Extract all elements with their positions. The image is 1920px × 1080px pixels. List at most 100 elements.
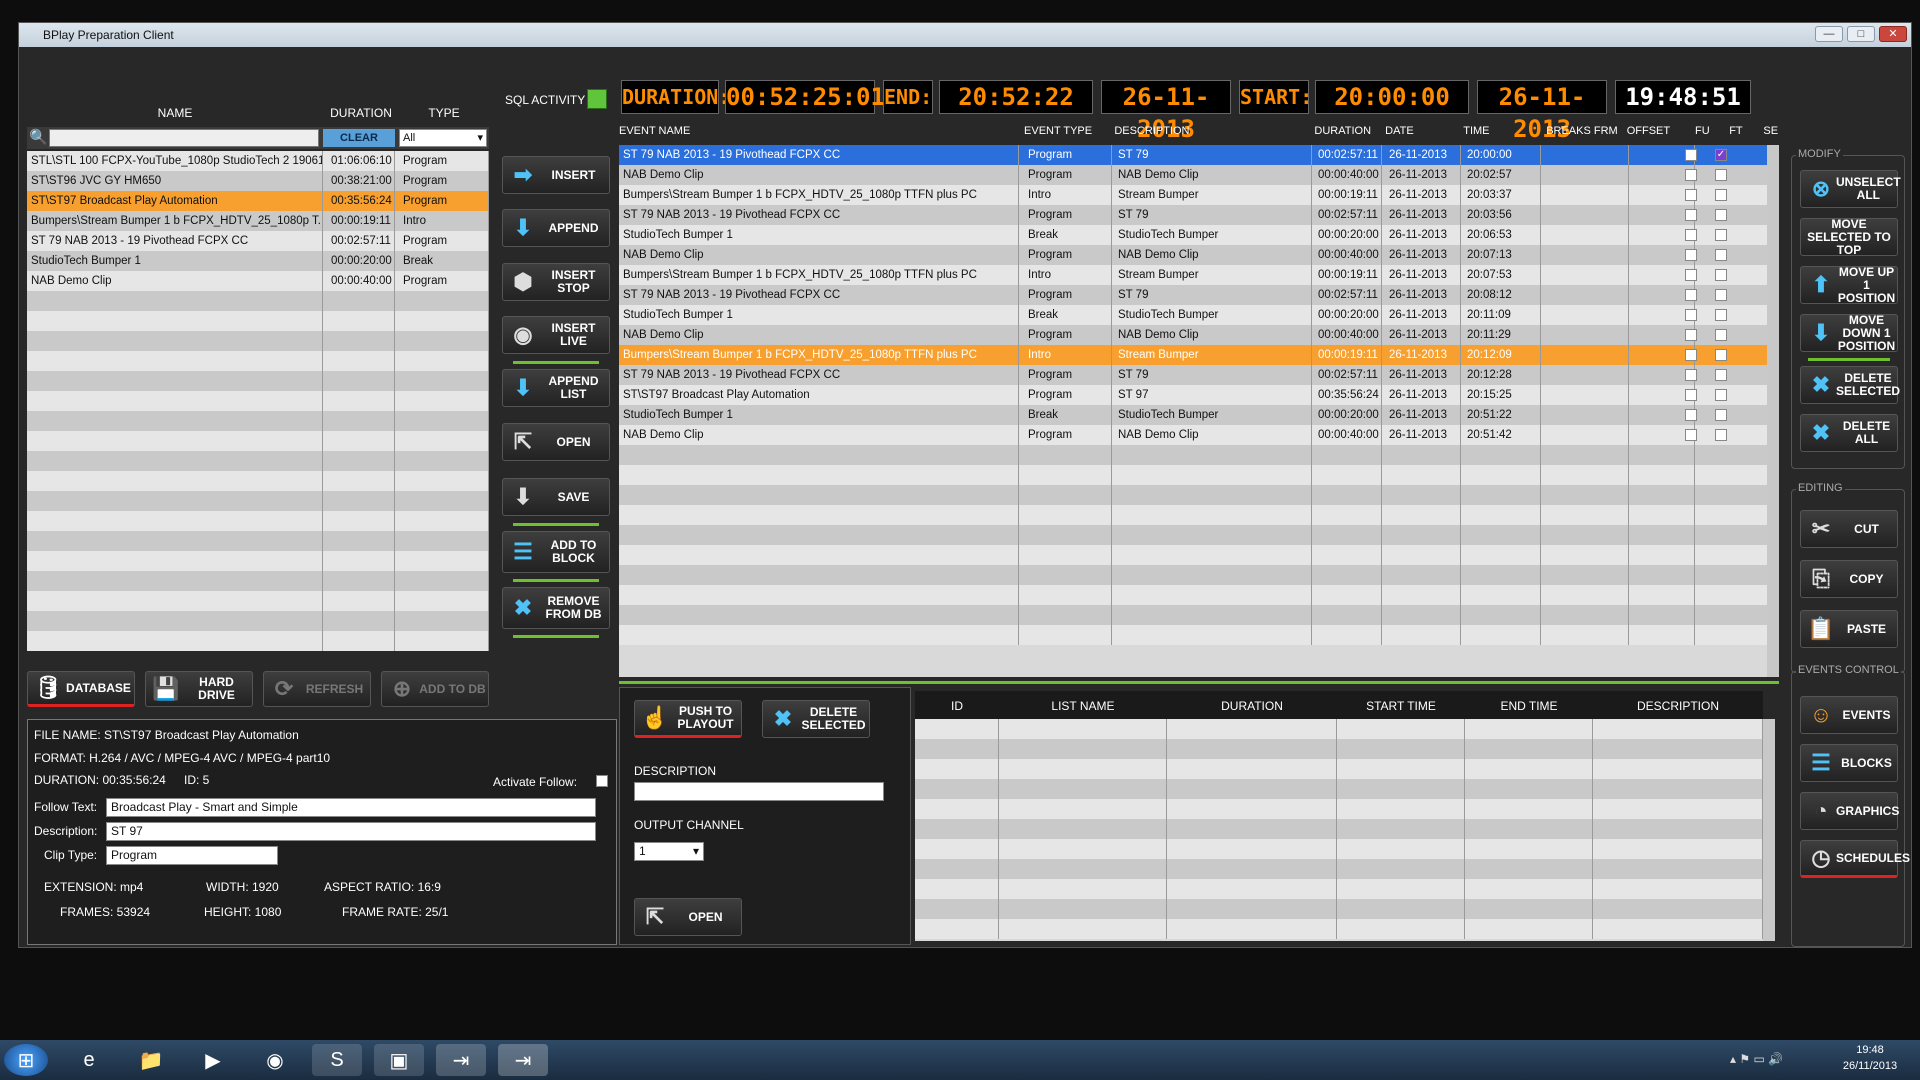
description-field[interactable]: ST 97 (106, 822, 596, 841)
fu-checkbox[interactable] (1685, 189, 1697, 201)
ft-checkbox[interactable] (1715, 429, 1727, 441)
playlist-scrollbar[interactable] (1767, 145, 1779, 677)
ft-checkbox[interactable] (1715, 309, 1727, 321)
lists-header-id[interactable]: ID (915, 699, 999, 713)
fu-checkbox[interactable] (1685, 289, 1697, 301)
delete-all-button[interactable]: ✖ DELETE ALL (1800, 414, 1898, 452)
library-row[interactable]: NAB Demo Clip 00:00:40:00 Program (27, 271, 489, 291)
fu-checkbox[interactable] (1685, 269, 1697, 281)
add-to-db-button[interactable]: ⊕ ADD TO DB (381, 671, 489, 707)
ft-checkbox[interactable] (1715, 269, 1727, 281)
lists-scrollbar[interactable] (1763, 719, 1775, 941)
playlist-row[interactable]: Bumpers\Stream Bumper 1 b FCPX_HDTV_25_1… (619, 265, 1767, 285)
ft-checkbox[interactable] (1715, 349, 1727, 361)
playlist-row[interactable]: StudioTech Bumper 1 Break StudioTech Bumpe… (619, 225, 1767, 245)
clip-type-field[interactable]: Program (106, 846, 278, 865)
fu-checkbox[interactable] (1685, 329, 1697, 341)
move-selected-to-top-button[interactable]: MOVE SELECTED TO TOP (1800, 217, 1898, 256)
ft-checkbox[interactable] (1715, 409, 1727, 421)
clear-button[interactable]: CLEAR (323, 129, 395, 147)
fu-checkbox[interactable] (1685, 429, 1697, 441)
fu-checkbox[interactable] (1685, 349, 1697, 361)
remove-from-db-button[interactable]: ✖ REMOVE FROM DB (502, 587, 610, 629)
playlist-header-fu[interactable]: FU (1695, 125, 1710, 137)
lists-header-start-time[interactable]: START TIME (1337, 699, 1465, 713)
refresh-button[interactable]: ⟳ REFRESH (263, 671, 371, 707)
app-icon[interactable]: ▣ (374, 1044, 424, 1076)
move-down-button[interactable]: ⬇ MOVE DOWN 1 POSITION (1800, 313, 1898, 352)
playlist-row[interactable]: NAB Demo Clip Program NAB Demo Clip 00:00:4… (619, 245, 1767, 265)
library-row[interactable]: ST\ST96 JVC GY HM650 00:38:21:00 Program (27, 171, 489, 191)
fu-checkbox[interactable] (1685, 209, 1697, 221)
ft-checkbox[interactable] (1715, 289, 1727, 301)
lists-header-duration[interactable]: DURATION (1167, 699, 1337, 713)
push-to-playout-button[interactable]: ☝ PUSH TO PLAYOUT (634, 700, 742, 738)
playlist-row[interactable]: Bumpers\Stream Bumper 1 b FCPX_HDTV_25_1… (619, 345, 1767, 365)
events-button[interactable]: ☺ EVENTS (1800, 696, 1898, 734)
add-to-block-button[interactable]: ☰ ADD TO BLOCK (502, 531, 610, 573)
fu-checkbox[interactable] (1685, 389, 1697, 401)
close-button[interactable]: ✕ (1879, 26, 1907, 42)
schedules-button[interactable]: ◷ SCHEDULES (1800, 840, 1910, 878)
bplay-icon[interactable]: ⇥ (436, 1044, 486, 1076)
lists-header-description[interactable]: DESCRIPTION (1593, 699, 1763, 713)
playlist-header-duration[interactable]: DURATION (1314, 125, 1371, 137)
fu-checkbox[interactable] (1685, 169, 1697, 181)
fu-checkbox[interactable] (1685, 409, 1697, 421)
insert-button[interactable]: ➡ INSERT (502, 156, 610, 194)
playlist-header-offset[interactable]: OFFSET (1627, 125, 1670, 137)
blocks-button[interactable]: ☰ BLOCKS (1800, 744, 1898, 782)
playlist-row[interactable]: ST 79 NAB 2013 - 19 Pivothead FCPX CC Pro… (619, 365, 1767, 385)
follow-text-field[interactable]: Broadcast Play - Smart and Simple (106, 798, 596, 817)
fu-checkbox[interactable] (1685, 369, 1697, 381)
playlist-row[interactable]: ST\ST97 Broadcast Play Automation Program… (619, 385, 1767, 405)
library-row[interactable]: ST\ST97 Broadcast Play Automation 00:35:5… (27, 191, 489, 211)
hard-drive-button[interactable]: 💾 HARD DRIVE (145, 671, 253, 707)
playlist-row[interactable]: NAB Demo Clip Program NAB Demo Clip 00:00:4… (619, 425, 1767, 445)
playlist-header-event-name[interactable]: EVENT NAME (619, 125, 690, 137)
move-up-button[interactable]: ⬆ MOVE UP 1 POSITION (1800, 265, 1898, 304)
fu-checkbox[interactable] (1685, 249, 1697, 261)
fu-checkbox[interactable] (1685, 149, 1697, 161)
tray-icons[interactable]: ▴ ⚑ ▭ 🔊 (1730, 1052, 1783, 1066)
playlist-row[interactable]: ST 79 NAB 2013 - 19 Pivothead FCPX CC Pro… (619, 285, 1767, 305)
bplay-client-icon[interactable]: ⇥ (498, 1044, 548, 1076)
media-player-icon[interactable]: ▶ (188, 1044, 238, 1076)
library-row[interactable]: ST 79 NAB 2013 - 19 Pivothead FCPX CC 00:… (27, 231, 489, 251)
playlist-header-ft[interactable]: FT (1729, 125, 1742, 137)
lists-header-end-time[interactable]: END TIME (1465, 699, 1593, 713)
playlist-row[interactable]: ST 79 NAB 2013 - 19 Pivothead FCPX CC Pro… (619, 145, 1767, 165)
skype-icon[interactable]: S (312, 1044, 362, 1076)
ft-checkbox[interactable] (1715, 389, 1727, 401)
fu-checkbox[interactable] (1685, 309, 1697, 321)
output-channel-select[interactable]: 1 ▾ (634, 842, 704, 861)
unselect-all-button[interactable]: ⊗ UNSELECT ALL (1800, 170, 1901, 208)
playlist-header-breaks[interactable]: BREAKS FRM (1546, 125, 1618, 137)
library-row[interactable]: StudioTech Bumper 1 00:00:20:00 Break (27, 251, 489, 271)
database-button[interactable]: 🛢 DATABASE (27, 671, 135, 707)
paste-button[interactable]: 📋 PASTE (1800, 610, 1898, 648)
folder-icon[interactable]: 📁 (126, 1044, 176, 1076)
ft-checkbox[interactable] (1715, 369, 1727, 381)
playlist-row[interactable]: StudioTech Bumper 1 Break StudioTech Bumpe… (619, 305, 1767, 325)
playlist-header-se[interactable]: SE (1763, 125, 1778, 137)
append-list-button[interactable]: ⬇ APPEND LIST (502, 369, 610, 407)
playlist-header-description[interactable]: DESCRIPTION (1114, 125, 1189, 137)
playlist-row[interactable]: Bumpers\Stream Bumper 1 b FCPX_HDTV_25_1… (619, 185, 1767, 205)
fu-checkbox[interactable] (1685, 229, 1697, 241)
library-row[interactable]: STL\STL 100 FCPX-YouTube_1080p StudioTec… (27, 151, 489, 171)
ft-checkbox[interactable]: ✓ (1715, 149, 1727, 161)
ft-checkbox[interactable] (1715, 229, 1727, 241)
ft-checkbox[interactable] (1715, 329, 1727, 341)
graphics-button[interactable]: ◔ GRAPHICS (1800, 792, 1899, 830)
type-filter-select[interactable]: All ▾ (399, 129, 487, 147)
ft-checkbox[interactable] (1715, 169, 1727, 181)
lists-header-list-name[interactable]: LIST NAME (999, 699, 1167, 713)
insert-live-button[interactable]: ◉ INSERT LIVE (502, 316, 610, 354)
copy-button[interactable]: ⎘ COPY (1800, 560, 1898, 598)
open-button[interactable]: ⇱ OPEN (502, 423, 610, 461)
library-search-input[interactable] (49, 129, 319, 147)
push-description-field[interactable] (634, 782, 884, 801)
chrome-icon[interactable]: ◉ (250, 1044, 300, 1076)
playlist-header-date[interactable]: DATE (1385, 125, 1414, 137)
